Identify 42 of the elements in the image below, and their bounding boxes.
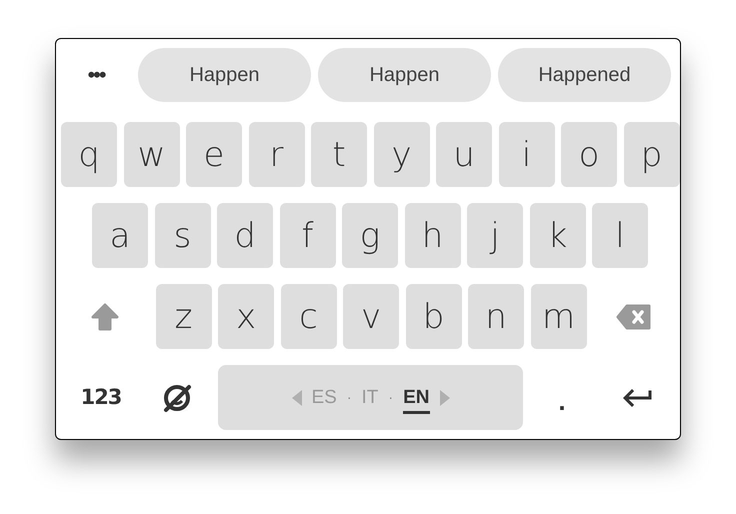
suggestion-chip[interactable]: Happen — [138, 48, 311, 102]
letter-key[interactable]: q — [61, 122, 117, 187]
space-bar[interactable]: ES · IT · EN — [218, 365, 523, 430]
language-label: IT — [362, 386, 378, 410]
letter-key[interactable]: g — [342, 203, 398, 268]
letter-key[interactable]: a — [92, 203, 148, 268]
letter-key[interactable]: z — [156, 284, 212, 349]
letter-key[interactable]: y — [374, 122, 430, 187]
letter-key[interactable]: d — [217, 203, 273, 268]
letter-key[interactable]: l — [592, 203, 648, 268]
letter-key[interactable]: s — [154, 203, 210, 268]
letter-key[interactable]: i — [498, 122, 554, 187]
separator-dot: · — [346, 388, 352, 407]
more-button[interactable]: ••• — [61, 64, 131, 86]
backspace-icon[interactable] — [616, 304, 652, 330]
letter-key[interactable]: w — [124, 122, 180, 187]
letter-key[interactable]: k — [530, 203, 586, 268]
suggestion-chip[interactable]: Happen — [318, 48, 491, 102]
letter-key[interactable]: t — [311, 122, 367, 187]
left-triangle-icon — [292, 390, 302, 406]
period-key[interactable]: . — [523, 374, 601, 421]
letter-key[interactable]: p — [624, 122, 680, 187]
separator-dot: · — [388, 388, 394, 407]
language-label: ES — [312, 386, 337, 410]
letter-key[interactable]: e — [186, 122, 242, 187]
shift-arrow-icon[interactable] — [90, 302, 120, 330]
letter-key[interactable]: m — [530, 284, 586, 349]
letter-key[interactable]: u — [436, 122, 492, 187]
numbers-key[interactable]: 123 — [61, 382, 141, 414]
letter-key[interactable]: b — [406, 284, 462, 349]
letter-key[interactable]: o — [561, 122, 617, 187]
letter-key[interactable]: j — [467, 203, 523, 268]
letter-key[interactable]: x — [218, 284, 274, 349]
letter-key[interactable]: r — [248, 122, 304, 187]
letter-key[interactable]: f — [280, 203, 336, 268]
letter-key[interactable]: h — [404, 203, 460, 268]
letter-key[interactable]: c — [280, 284, 336, 349]
suggestion-chip[interactable]: Happened — [498, 48, 671, 102]
right-triangle-icon — [440, 390, 450, 406]
language-label: EN — [403, 382, 430, 414]
letter-key[interactable]: n — [468, 284, 524, 349]
letter-key[interactable]: v — [343, 284, 399, 349]
